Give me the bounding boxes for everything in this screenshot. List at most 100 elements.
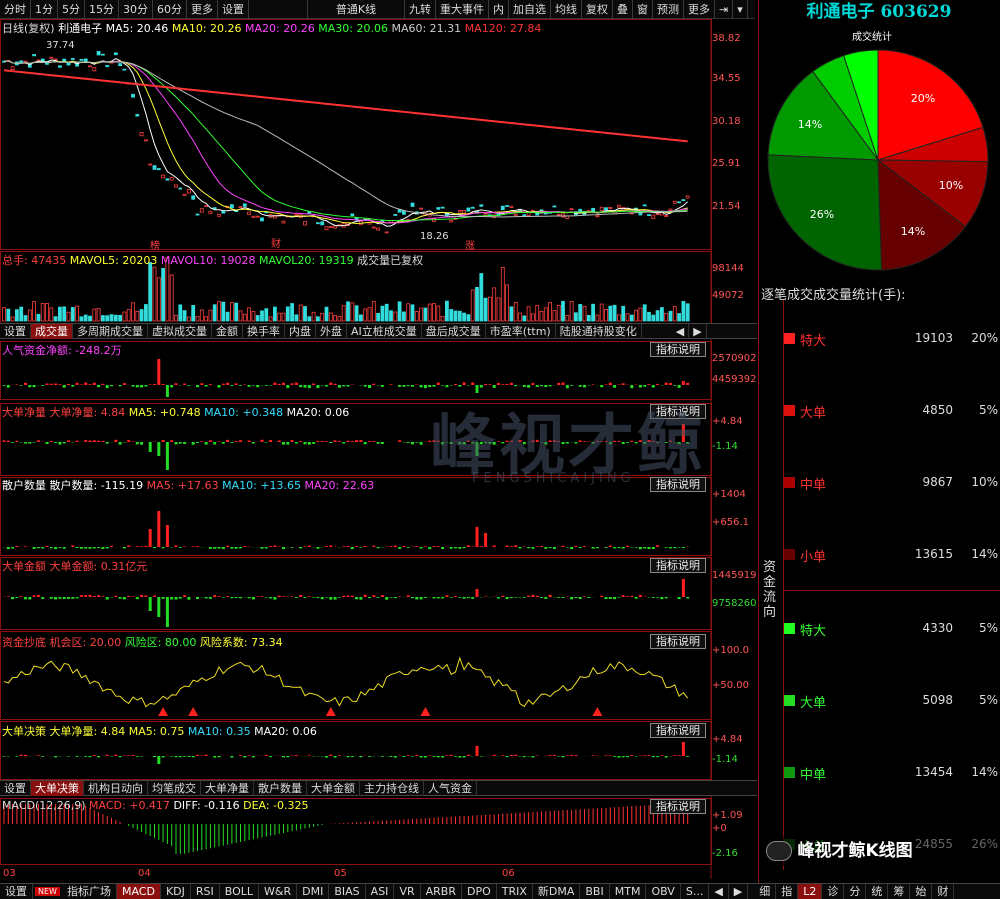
bt-vr[interactable]: VR xyxy=(394,884,421,899)
tool-nei[interactable]: 内 xyxy=(489,0,509,19)
candle xyxy=(462,210,467,214)
p4-info-button[interactable]: 指标说明 xyxy=(650,558,706,573)
tool-predict[interactable]: 预测 xyxy=(653,0,684,19)
tab1-ai[interactable]: AI立桩成交量 xyxy=(347,324,422,339)
indicator-bar xyxy=(479,385,483,388)
bt-wr[interactable]: W&R xyxy=(259,884,298,899)
bt-settings[interactable]: 设置 xyxy=(0,884,33,899)
p7-info-button[interactable]: 指标说明 xyxy=(650,799,706,814)
indicator-bar xyxy=(157,597,161,617)
indicator-bar xyxy=(548,594,552,597)
bt-boll[interactable]: BOLL xyxy=(220,884,260,899)
pin-icon[interactable]: ⇥ xyxy=(715,0,734,19)
candle xyxy=(169,177,174,181)
tab2-inst[interactable]: 机构日动向 xyxy=(84,781,148,796)
tb-settings[interactable]: 设置 xyxy=(218,0,249,19)
bt-plaza[interactable]: 指标广场 xyxy=(62,884,117,899)
tool-more[interactable]: 更多 xyxy=(684,0,715,19)
tool-window[interactable]: 窗 xyxy=(633,0,653,19)
tab1-after[interactable]: 盘后成交量 xyxy=(422,324,486,339)
bt-trix[interactable]: TRIX xyxy=(497,884,533,899)
bt-dmi[interactable]: DMI xyxy=(297,884,330,899)
bt-bbi[interactable]: BBI xyxy=(580,884,610,899)
tb-1[interactable]: 1分 xyxy=(31,0,58,19)
rt-0[interactable]: 细 xyxy=(754,884,777,899)
rt-6[interactable]: 筹 xyxy=(888,884,911,899)
marker-bang[interactable]: 榜 xyxy=(150,237,160,252)
tool-jiuzhuan[interactable]: 九转 xyxy=(405,0,436,19)
bt-mtm[interactable]: MTM xyxy=(610,884,647,899)
scroll-right-icon[interactable]: ▶ xyxy=(689,324,707,339)
rt-3[interactable]: 诊 xyxy=(822,884,845,899)
tool-events[interactable]: 重大事件 xyxy=(436,0,489,19)
p1-info-button[interactable]: 指标说明 xyxy=(650,342,706,357)
bt-kdj[interactable]: KDJ xyxy=(161,884,191,899)
tab1-volume[interactable]: 成交量 xyxy=(31,324,73,339)
rt-1[interactable]: 指 xyxy=(776,884,799,899)
scroll-left-icon[interactable]: ◀ xyxy=(672,324,690,339)
tab2-decision[interactable]: 大单决策 xyxy=(31,781,84,796)
tab2-avg[interactable]: 均笔成交 xyxy=(148,781,201,796)
marker-zhang[interactable]: 涨 xyxy=(465,237,475,252)
indicator-bar xyxy=(531,756,535,758)
tb-more[interactable]: 更多 xyxy=(187,0,218,19)
bt-obv[interactable]: OBV xyxy=(646,884,681,899)
bt-macd[interactable]: MACD xyxy=(116,884,161,899)
bt-right-icon[interactable]: ▶ xyxy=(729,884,749,899)
indicator-bar xyxy=(84,756,88,757)
indicator-bar xyxy=(518,597,522,598)
rt-4[interactable]: 分 xyxy=(844,884,867,899)
tb-30[interactable]: 30分 xyxy=(119,0,153,19)
tb-15[interactable]: 15分 xyxy=(85,0,119,19)
tool-overlay[interactable]: 叠 xyxy=(613,0,633,19)
bt-more[interactable]: S... xyxy=(681,884,710,899)
tb-1m[interactable]: 分时 xyxy=(0,0,31,19)
tb-5[interactable]: 5分 xyxy=(58,0,85,19)
bt-rsi[interactable]: RSI xyxy=(191,884,220,899)
indicator-bar xyxy=(75,597,79,599)
indicator-bar xyxy=(488,384,492,385)
tab1-pe[interactable]: 市盈率(ttm) xyxy=(486,324,556,339)
tab2-pop[interactable]: 人气资金 xyxy=(424,781,477,796)
p6-info-button[interactable]: 指标说明 xyxy=(650,723,706,738)
bt-dpo[interactable]: DPO xyxy=(462,884,497,899)
indicator-bar xyxy=(436,756,440,758)
indicator-bar xyxy=(359,547,363,548)
tab2-main[interactable]: 主力持仓线 xyxy=(360,781,424,796)
bt-bias[interactable]: BIAS xyxy=(329,884,366,899)
rt-5[interactable]: 统 xyxy=(866,884,889,899)
tab1-amount[interactable]: 金额 xyxy=(212,324,243,339)
tab1-turnover[interactable]: 换手率 xyxy=(243,324,285,339)
kline-select[interactable]: 普通K线 xyxy=(307,0,405,19)
rt-2[interactable]: L2 xyxy=(798,884,823,899)
tab1-inner[interactable]: 内盘 xyxy=(285,324,316,339)
p5-info-button[interactable]: 指标说明 xyxy=(650,634,706,649)
indicator-bar xyxy=(333,597,337,600)
candle xyxy=(642,204,647,207)
dropdown-icon[interactable]: ▾ xyxy=(733,0,748,19)
tool-ma[interactable]: 均线 xyxy=(551,0,582,19)
bt-left-icon[interactable]: ◀ xyxy=(709,884,729,899)
rt-7[interactable]: 始 xyxy=(910,884,933,899)
p1-label: 人气资金净额: -248.2万 xyxy=(2,344,122,357)
rt-8[interactable]: 财 xyxy=(932,884,955,899)
tab1-hk[interactable]: 陆股通持股变化 xyxy=(556,324,642,339)
tab2-bigamt[interactable]: 大单金额 xyxy=(307,781,360,796)
tab1-outer[interactable]: 外盘 xyxy=(316,324,347,339)
indicator-bar xyxy=(630,595,634,597)
bt-dma[interactable]: 新DMA xyxy=(533,884,581,899)
bt-asi[interactable]: ASI xyxy=(366,884,395,899)
tab1-settings[interactable]: 设置 xyxy=(0,324,31,339)
p1-axis-1: 4459392 xyxy=(712,374,757,385)
tab1-multi[interactable]: 多周期成交量 xyxy=(73,324,148,339)
marker-cai[interactable]: 财 xyxy=(271,235,281,250)
tool-adjust[interactable]: 复权 xyxy=(582,0,613,19)
tab2-retail[interactable]: 散户数量 xyxy=(254,781,307,796)
tb-60[interactable]: 60分 xyxy=(153,0,187,19)
indicator-bar xyxy=(380,385,384,387)
tab2-settings[interactable]: 设置 xyxy=(0,781,31,796)
tab2-bignet[interactable]: 大单净量 xyxy=(201,781,254,796)
bt-arbr[interactable]: ARBR xyxy=(421,884,462,899)
tab1-virtual[interactable]: 虚拟成交量 xyxy=(148,324,212,339)
tool-add-watch[interactable]: 加自选 xyxy=(509,0,551,19)
